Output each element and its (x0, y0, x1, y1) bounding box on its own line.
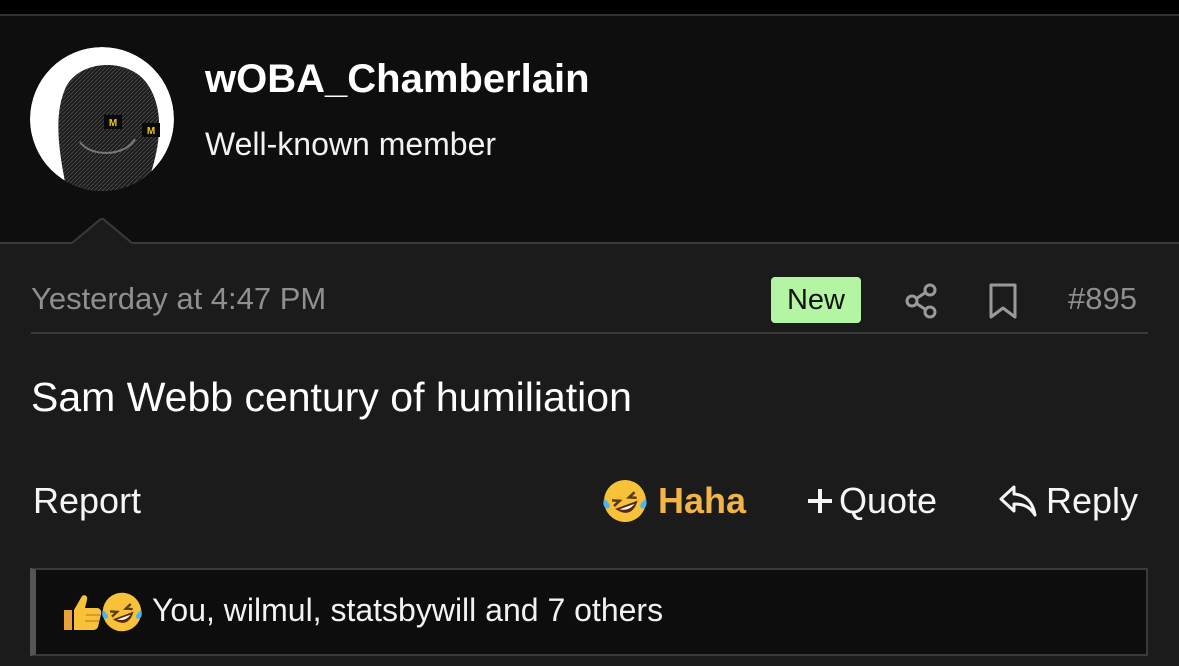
haha-label: Haha (658, 480, 747, 521)
avatar[interactable]: M M (30, 47, 174, 191)
laughing-crying-emoji-icon (102, 592, 142, 632)
header-pointer (72, 218, 132, 248)
top-strip (0, 0, 1179, 14)
reactions-summary-bar[interactable]: You, wilmul, statsbywill and 7 others (30, 568, 1148, 656)
avatar-eye-left: M (109, 118, 117, 129)
thumbs-up-emoji-icon (64, 595, 102, 630)
reply-button[interactable]: Reply (998, 478, 1138, 524)
post-body-text: Sam Webb century of humiliation (31, 374, 632, 420)
plus-icon (808, 489, 832, 513)
quote-label: Quote (839, 480, 938, 521)
reply-arrow-icon (999, 485, 1037, 517)
reply-label: Reply (1046, 480, 1139, 521)
post-timestamp[interactable]: Yesterday at 4:47 PM (31, 281, 326, 317)
header-divider (0, 242, 1179, 244)
reaction-icons (60, 590, 144, 634)
meta-divider (31, 332, 1148, 334)
user-title: Well-known member (205, 126, 497, 162)
post-number-link[interactable]: #895 (1068, 281, 1137, 317)
laughing-crying-emoji-icon (603, 480, 647, 522)
quote-button[interactable]: Quote (805, 478, 937, 524)
post-author-header (0, 14, 1179, 243)
haha-reaction-button[interactable]: Haha (601, 478, 746, 524)
new-badge: New (771, 277, 861, 323)
username-link[interactable]: wOBA_Chamberlain (205, 57, 590, 102)
avatar-eye-right: M (147, 126, 155, 137)
bookmark-icon[interactable] (987, 282, 1019, 320)
reactions-summary-text: You, wilmul, statsbywill and 7 others (152, 592, 664, 628)
dark-face-avatar-icon: M M (30, 47, 174, 191)
share-icon[interactable] (903, 282, 939, 320)
report-link[interactable]: Report (33, 478, 141, 524)
